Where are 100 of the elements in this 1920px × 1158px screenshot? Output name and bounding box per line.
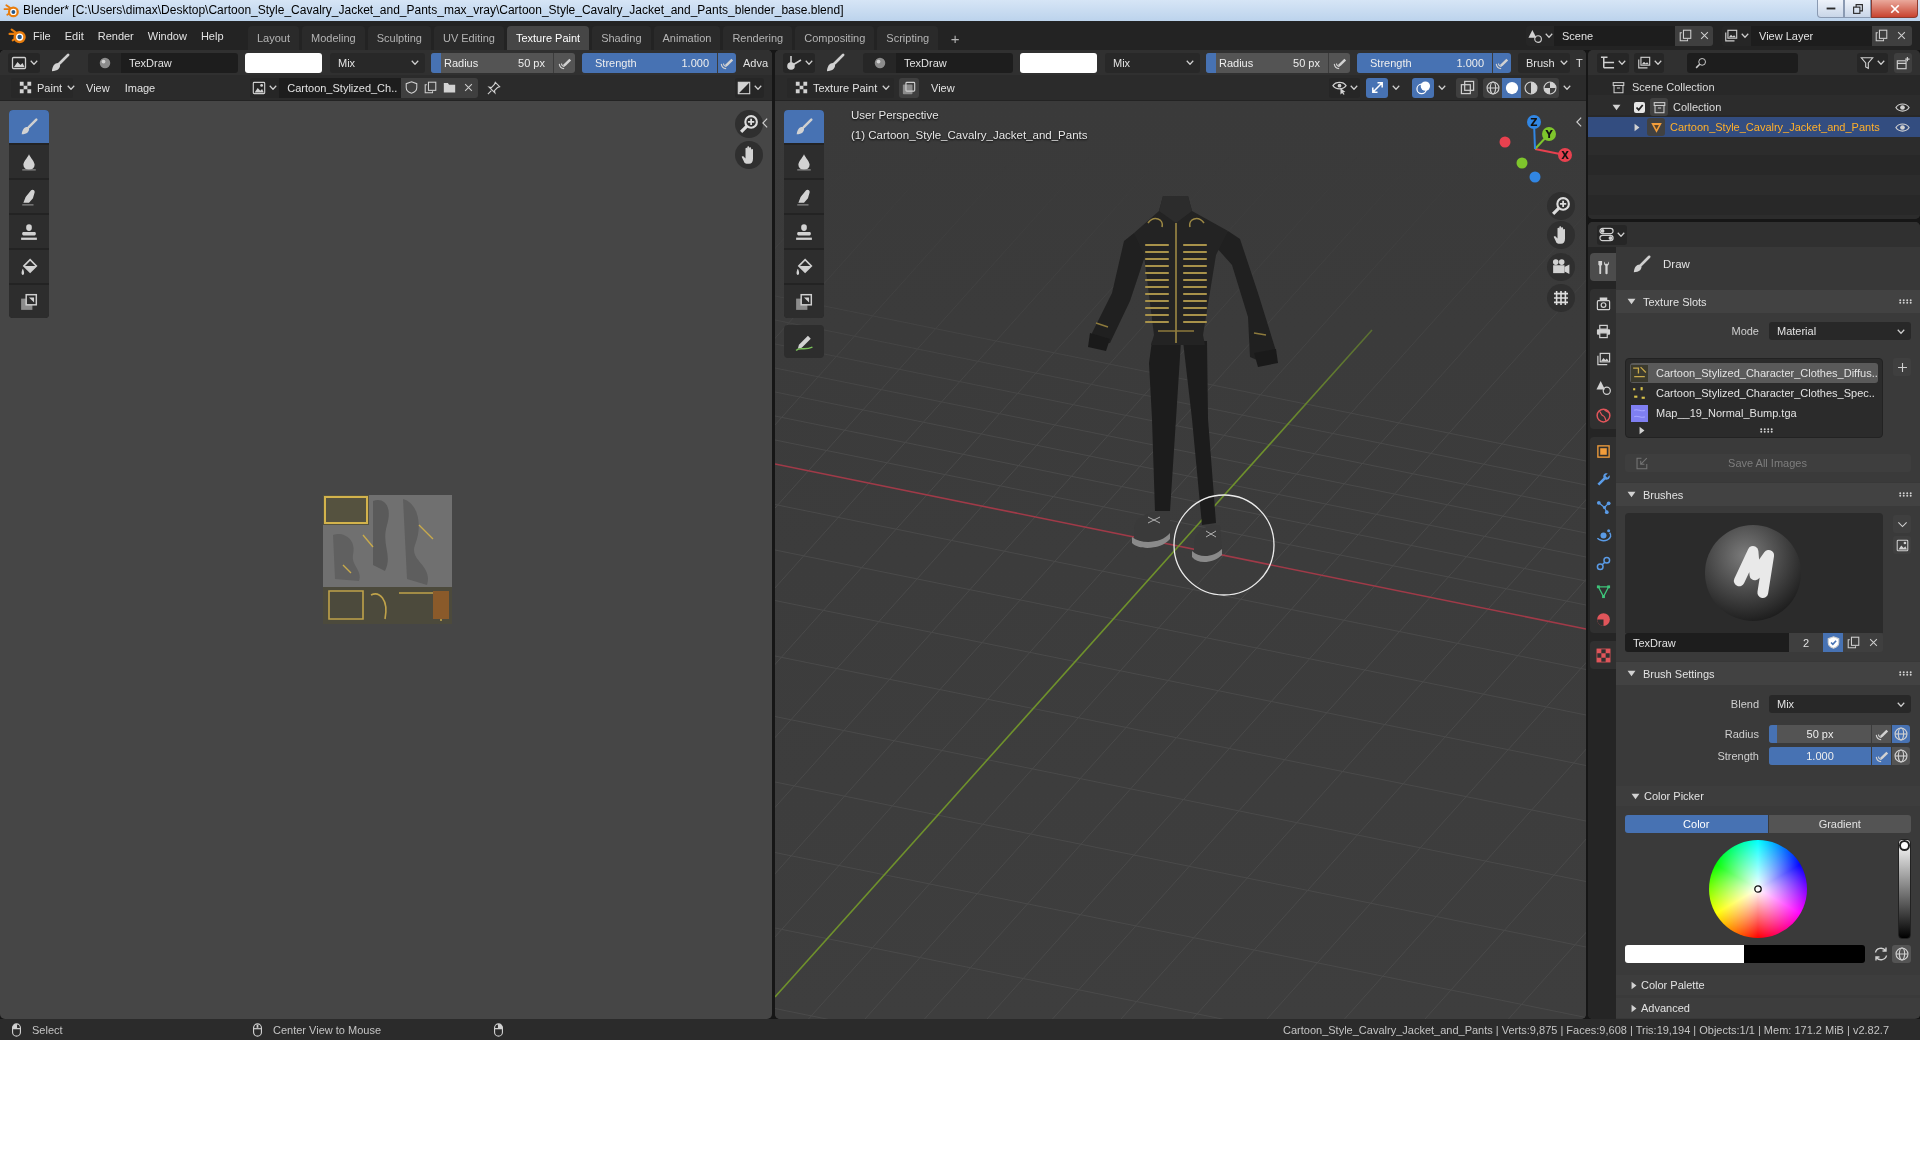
color-swatch[interactable] — [1625, 945, 1744, 963]
tool-button[interactable] — [9, 250, 49, 283]
outliner-row[interactable]: Scene Collection — [1588, 77, 1920, 97]
tool-button[interactable] — [9, 215, 49, 248]
add-slot-button[interactable] — [1893, 358, 1911, 376]
blend-dropdown[interactable]: Mix — [1769, 695, 1911, 713]
tab[interactable]: Gradient — [1768, 815, 1911, 833]
panel-header[interactable]: Texture Slots — [1616, 290, 1920, 313]
pressure-toggle[interactable] — [1871, 747, 1891, 765]
restore-button[interactable] — [1844, 0, 1871, 18]
brush-browse-button[interactable] — [863, 52, 896, 73]
brush-dropdown[interactable]: Brush — [1518, 52, 1570, 73]
value-slider[interactable]: Radius 50 px — [431, 52, 553, 73]
drag-handle-icon[interactable] — [1760, 427, 1773, 433]
value-slider[interactable]: Strength 1.000 — [1357, 52, 1492, 73]
camera-icon[interactable] — [1547, 253, 1575, 281]
blend-dropdown[interactable]: Mix — [330, 52, 425, 73]
mode-dropdown[interactable]: Material — [1769, 322, 1911, 340]
workspace-tab[interactable]: Modeling — [302, 26, 365, 50]
hand-icon[interactable] — [735, 141, 763, 169]
display-mode-button[interactable] — [1634, 52, 1664, 73]
shading-button[interactable] — [1483, 77, 1502, 98]
brush-name-field[interactable]: TexDraw — [1625, 633, 1789, 652]
new-view-layer-button[interactable] — [1872, 25, 1891, 46]
user-count-field[interactable]: 2 — [1789, 633, 1823, 652]
tool-button[interactable] — [9, 285, 49, 318]
filter-button[interactable] — [1857, 52, 1888, 73]
brush-image-button[interactable] — [1893, 536, 1911, 554]
new-collection-button[interactable] — [1894, 52, 1912, 73]
overlay-toggle[interactable] — [1412, 77, 1434, 98]
unified-toggle[interactable] — [1892, 945, 1911, 963]
gizmo-toggle[interactable] — [1366, 77, 1388, 98]
search-field[interactable] — [1687, 52, 1798, 73]
mode-dropdown[interactable]: Paint — [11, 77, 73, 98]
workspace-tab[interactable]: Shading — [592, 26, 651, 50]
new-image-button[interactable] — [421, 77, 440, 98]
outliner-row[interactable]: Collection — [1588, 97, 1920, 117]
unlink-button[interactable] — [459, 77, 479, 98]
menu-item[interactable]: View — [927, 77, 959, 98]
workspace-tab[interactable]: UV Editing — [433, 26, 504, 50]
menu-item[interactable]: File — [26, 24, 58, 47]
disclosure-triangle-icon[interactable] — [1639, 425, 1645, 435]
menu-item[interactable]: Image — [120, 77, 160, 98]
tool-button[interactable] — [784, 250, 824, 283]
properties-tab[interactable] — [1590, 289, 1616, 317]
pressure-toggle[interactable] — [553, 52, 575, 73]
axis-handle[interactable]: Z — [1527, 115, 1541, 150]
chevron-left-icon[interactable] — [1576, 117, 1582, 127]
value-slider[interactable] — [1898, 839, 1911, 939]
list-item[interactable]: Cartoon_Stylized_Character_Clothes_Diffus.. — [1630, 363, 1878, 383]
brush-preview[interactable] — [1625, 513, 1883, 633]
workspace-tab[interactable]: Rendering — [723, 26, 793, 50]
workspace-tab[interactable]: Animation — [653, 26, 721, 50]
editor-type-button[interactable] — [1597, 52, 1629, 73]
pressure-toggle[interactable] — [1492, 52, 1511, 73]
value-slider[interactable]: Strength 1.000 — [582, 52, 717, 73]
tool-button[interactable] — [784, 285, 824, 318]
workspace-tab[interactable]: Texture Paint — [506, 26, 590, 50]
tool-button[interactable] — [784, 180, 824, 213]
editor-type-button[interactable] — [1597, 224, 1627, 245]
new-scene-button[interactable] — [1675, 25, 1695, 46]
visibility-dropdown[interactable] — [1329, 77, 1360, 98]
pressure-toggle[interactable] — [717, 52, 736, 73]
panel-header[interactable]: Brush Settings — [1616, 662, 1920, 685]
fake-user-button[interactable] — [1823, 633, 1843, 652]
paint-mask-toggle[interactable] — [899, 77, 919, 98]
swap-icon[interactable] — [1873, 946, 1889, 962]
disclosure-triangle-icon[interactable] — [1634, 122, 1640, 132]
brush-name-field[interactable]: TexDraw — [896, 52, 1013, 73]
zoom-icon[interactable] — [1547, 192, 1575, 220]
hand-icon[interactable] — [1547, 221, 1575, 249]
scene-name-field[interactable]: Scene — [1554, 25, 1675, 46]
editor-type-button[interactable] — [8, 52, 40, 73]
delete-scene-button[interactable] — [1695, 25, 1713, 46]
checkbox[interactable] — [1634, 101, 1645, 113]
shading-button[interactable] — [1502, 77, 1521, 98]
unified-toggle[interactable] — [1891, 747, 1910, 765]
workspace-tab[interactable]: Scripting — [877, 26, 939, 50]
tool-button[interactable] — [9, 180, 49, 213]
close-button[interactable] — [1871, 0, 1918, 18]
chevron-left-icon[interactable] — [762, 118, 768, 128]
properties-tab[interactable] — [1590, 605, 1616, 633]
menu-item[interactable]: Help — [193, 24, 231, 47]
menu-item[interactable]: Edit — [57, 24, 91, 47]
color-swatch[interactable] — [1020, 52, 1097, 73]
properties-tab[interactable] — [1590, 437, 1616, 465]
xray-toggle[interactable] — [1456, 77, 1478, 98]
pressure-toggle[interactable] — [1871, 725, 1891, 743]
drag-handle-icon[interactable] — [1899, 492, 1912, 497]
grid-icon[interactable] — [1547, 284, 1575, 312]
menu-item[interactable]: Window — [140, 24, 194, 47]
brush-name-field[interactable]: TexDraw — [121, 52, 238, 73]
duplicate-button[interactable] — [1843, 633, 1863, 652]
axis-handle[interactable]: Y — [1534, 127, 1556, 150]
tool-button[interactable] — [784, 215, 824, 248]
shading-button[interactable] — [1540, 77, 1559, 98]
brush-icon[interactable] — [825, 52, 845, 73]
color-swatch[interactable] — [1744, 945, 1865, 963]
mode-dropdown[interactable]: Texture Paint — [787, 77, 894, 98]
workspace-tab[interactable]: Sculpting — [367, 26, 431, 50]
